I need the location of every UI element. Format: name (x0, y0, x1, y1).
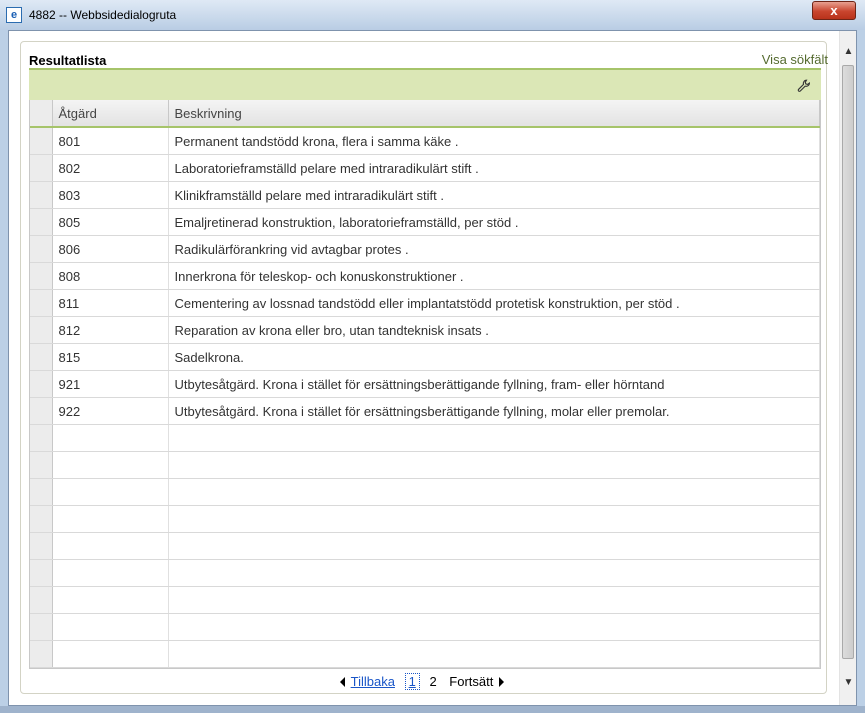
table-row[interactable]: 805 Emaljretinerad konstruktion, laborato… (30, 208, 820, 236)
empty-row (30, 586, 820, 614)
cell-description: Laboratorieframställd pelare med intrara… (168, 154, 820, 182)
pager-next-link[interactable]: Fortsätt (446, 674, 507, 689)
panel-title: Resultatlista (29, 53, 107, 68)
cell-code: 921 (52, 370, 169, 398)
cell-description: Emaljretinerad konstruktion, laboratorie… (168, 208, 820, 236)
cell-code: 805 (52, 208, 169, 236)
cell-description: Reparation av krona eller bro, utan tand… (168, 316, 820, 344)
empty-row (30, 613, 820, 641)
row-gutter (30, 343, 53, 371)
cell-description: Permanent tandstödd krona, flera i samma… (168, 127, 820, 155)
table-row[interactable]: 812 Reparation av krona eller bro, utan t… (30, 316, 820, 344)
row-gutter (30, 181, 53, 209)
table-row[interactable]: 922 Utbytesåtgärd. Krona i stället för er… (30, 397, 820, 425)
table-row[interactable]: 921 Utbytesåtgärd. Krona i stället för er… (30, 370, 820, 398)
scroll-thumb[interactable] (842, 65, 854, 659)
row-gutter (30, 559, 53, 587)
pager-back-link[interactable]: Tillbaka (351, 674, 395, 689)
scroll-up-icon[interactable]: ▲ (840, 43, 857, 60)
ie-page-icon: e (6, 7, 22, 23)
row-gutter (30, 505, 53, 533)
result-panel: Resultatlista Visa sökfält Åtgärd Beskri… (20, 41, 828, 694)
empty-row (30, 559, 820, 587)
cell-code: 803 (52, 181, 169, 209)
cell-code: 806 (52, 235, 169, 263)
row-gutter (30, 613, 53, 641)
cell-description: Utbytesåtgärd. Krona i stället för ersät… (168, 370, 820, 398)
empty-row (30, 424, 820, 452)
cell-description: Innerkrona för teleskop- och konuskonstr… (168, 262, 820, 290)
row-gutter (30, 316, 53, 344)
pager-page-2[interactable]: 2 (429, 674, 436, 689)
table-row[interactable]: 801 Permanent tandstödd krona, flera i sa… (30, 127, 820, 155)
row-gutter (30, 154, 53, 182)
pager-page-1[interactable]: 1 (404, 673, 420, 690)
cell-code: 801 (52, 127, 169, 155)
window-bottom-edge (0, 706, 865, 713)
table-row[interactable]: 806 Radikulärförankring vid avtagbar prot… (30, 235, 820, 263)
row-gutter (30, 586, 53, 614)
scroll-down-icon[interactable]: ▼ (840, 674, 857, 691)
cell-code: 815 (52, 343, 169, 371)
empty-row (30, 478, 820, 506)
row-gutter (30, 235, 53, 263)
row-gutter-header (30, 100, 53, 128)
row-gutter (30, 262, 53, 290)
row-gutter (30, 532, 53, 560)
close-button[interactable]: x (812, 1, 856, 20)
table-row[interactable]: 815 Sadelkrona. (30, 343, 820, 371)
cell-description: Utbytesåtgärd. Krona i stället för ersät… (168, 397, 820, 425)
triangle-left-icon (339, 677, 345, 687)
empty-row (30, 640, 820, 668)
column-header-atgard[interactable]: Åtgärd (52, 100, 169, 128)
row-gutter (30, 208, 53, 236)
row-gutter (30, 370, 53, 398)
cell-code: 808 (52, 262, 169, 290)
wrench-icon[interactable] (797, 79, 811, 93)
row-gutter (30, 640, 53, 668)
vertical-scrollbar[interactable]: ▲ ▼ (839, 31, 856, 705)
row-gutter (30, 451, 53, 479)
table-row[interactable]: 803 Klinikframställd pelare med intraradi… (30, 181, 820, 209)
window-titlebar: e 4882 -- Webbsidedialogruta x (0, 0, 865, 30)
cell-code: 811 (52, 289, 169, 317)
grid-toolbar (29, 68, 821, 100)
window-title: 4882 -- Webbsidedialogruta (29, 8, 177, 22)
result-grid: Åtgärd Beskrivning 801 Permanent tandstöd… (29, 100, 821, 669)
cell-code: 922 (52, 397, 169, 425)
cell-description: Radikulärförankring vid avtagbar protes … (168, 235, 820, 263)
triangle-right-icon (499, 677, 505, 687)
empty-row (30, 505, 820, 533)
empty-row (30, 451, 820, 479)
table-row[interactable]: 802 Laboratorieframställd pelare med intr… (30, 154, 820, 182)
row-gutter (30, 127, 53, 155)
pager-next-label: Fortsätt (449, 674, 494, 689)
show-search-link[interactable]: Visa sökfält (762, 52, 828, 67)
dialog-content: Resultatlista Visa sökfält Åtgärd Beskri… (8, 30, 857, 706)
cell-code: 802 (52, 154, 169, 182)
cell-code: 812 (52, 316, 169, 344)
row-gutter (30, 289, 53, 317)
table-row[interactable]: 811 Cementering av lossnad tandstödd elle… (30, 289, 820, 317)
row-gutter (30, 397, 53, 425)
table-row[interactable]: 808 Innerkrona för teleskop- och konuskon… (30, 262, 820, 290)
pagination: Tillbaka 1 2 Fortsätt (21, 673, 826, 690)
cell-description: Sadelkrona. (168, 343, 820, 371)
result-table: Åtgärd Beskrivning 801 Permanent tandstöd… (30, 100, 820, 668)
cell-description: Cementering av lossnad tandstödd eller i… (168, 289, 820, 317)
column-header-beskrivning[interactable]: Beskrivning (168, 100, 820, 128)
empty-row (30, 532, 820, 560)
row-gutter (30, 424, 53, 452)
cell-description: Klinikframställd pelare med intraradikul… (168, 181, 820, 209)
row-gutter (30, 478, 53, 506)
table-header-row: Åtgärd Beskrivning (30, 100, 820, 128)
